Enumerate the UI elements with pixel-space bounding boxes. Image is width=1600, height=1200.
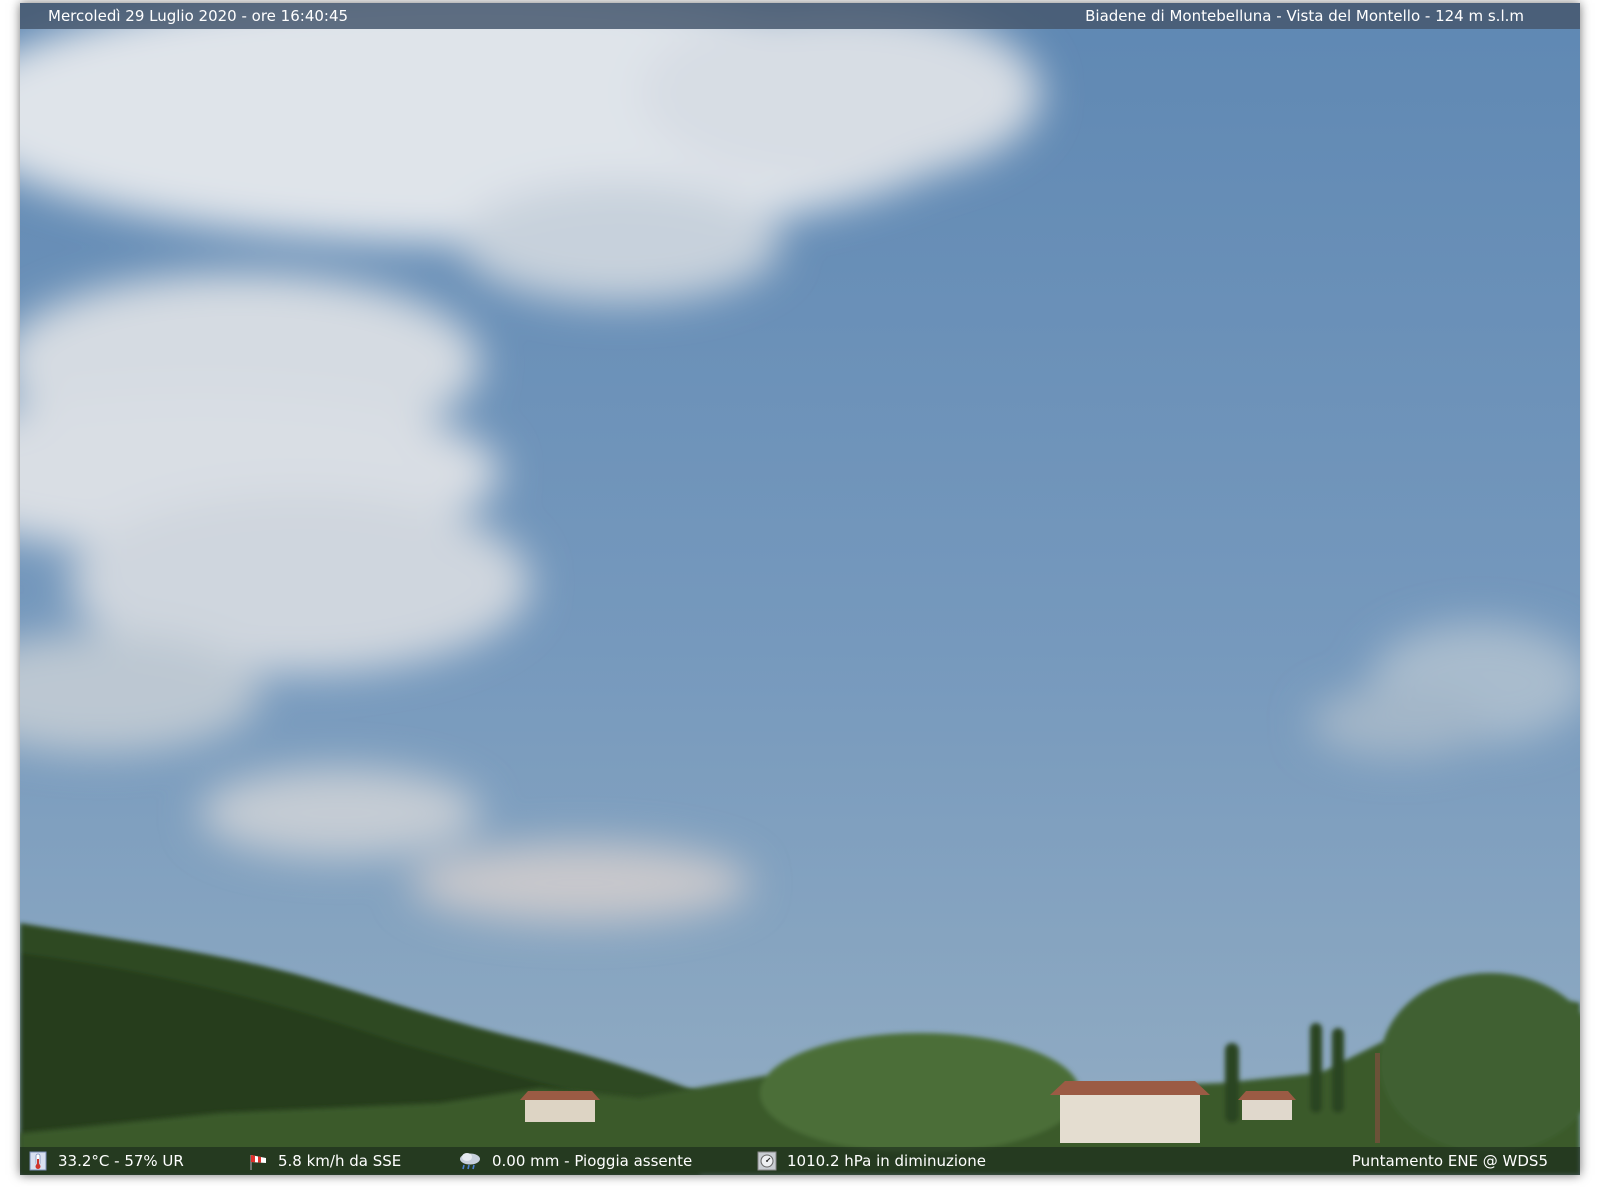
bottom-weather-bar: 33.2°C - 57% UR 5.8 km/h da SSE 0.00 mm … <box>20 1147 1580 1175</box>
datetime-label: Mercoledì 29 Luglio 2020 - ore 16:40:45 <box>48 7 349 25</box>
rain-value: 0.00 mm - Pioggia assente <box>492 1152 693 1170</box>
rain-cloud-icon <box>460 1153 480 1170</box>
temperature-stat: 33.2°C - 57% UR <box>28 1147 184 1175</box>
webcam-frame: Mercoledì 29 Luglio 2020 - ore 16:40:45 … <box>20 3 1580 1175</box>
camera-info-label: Puntamento ENE @ WDS5 <box>1351 1152 1548 1170</box>
thermometer-icon <box>29 1151 47 1171</box>
location-label: Biadene di Montebelluna - Vista del Mont… <box>1085 7 1524 25</box>
wind-value: 5.8 km/h da SSE <box>278 1152 402 1170</box>
barometer-icon <box>757 1151 777 1171</box>
pressure-stat: 1010.2 hPa in diminuzione <box>757 1147 986 1175</box>
webcam-image <box>20 3 1580 1175</box>
wind-stat: 5.8 km/h da SSE <box>248 1147 401 1175</box>
pressure-value: 1010.2 hPa in diminuzione <box>787 1152 986 1170</box>
temperature-humidity-value: 33.2°C - 57% UR <box>58 1152 184 1170</box>
rain-stat: 0.00 mm - Pioggia assente <box>458 1147 692 1175</box>
top-info-bar: Mercoledì 29 Luglio 2020 - ore 16:40:45 … <box>20 3 1580 29</box>
windsock-icon <box>250 1155 266 1170</box>
